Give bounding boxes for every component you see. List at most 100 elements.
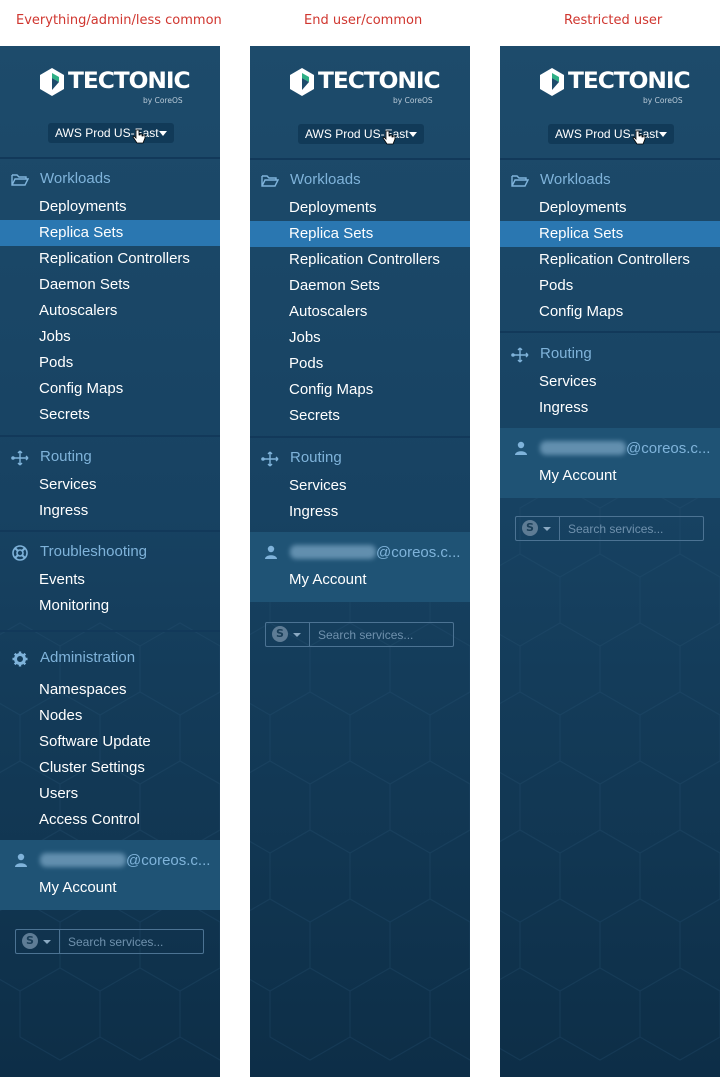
section-troubleshooting[interactable]: Troubleshooting [0,540,220,566]
nav-namespaces[interactable]: Namespaces [0,677,220,703]
nav-replica-sets[interactable]: Replica Sets [250,221,470,247]
section-routing-label: Routing [540,345,592,362]
sidebar-restricted: TECTONIC by CoreOS AWS Prod US-East Work… [500,46,720,1077]
nav-pods[interactable]: Pods [250,351,470,377]
nav-access-control-label: Access Control [39,811,140,828]
nav-services[interactable]: Services [500,369,720,395]
section-workloads[interactable]: Workloads [0,167,220,193]
cluster-selector[interactable]: AWS Prod US-East [48,123,174,144]
nav-jobs[interactable]: Jobs [0,324,220,350]
nav-cluster-settings-label: Cluster Settings [39,759,145,776]
nav-ingress[interactable]: Ingress [250,499,470,525]
section-routing[interactable]: Routing [0,445,220,471]
nav-replication-controllers[interactable]: Replication Controllers [250,247,470,273]
life-ring-icon [12,545,28,561]
brand-byline: by CoreOS [143,96,183,105]
nav-pods[interactable]: Pods [0,350,220,376]
divider [0,157,220,159]
cluster-selector[interactable]: AWS Prod US-East [548,124,674,145]
nav-secrets[interactable]: Secrets [0,402,220,428]
nav-access-control[interactable]: Access Control [0,807,220,833]
cluster-selector[interactable]: AWS Prod US-East [298,124,424,145]
user-email-redacted [290,545,376,559]
nav-config-maps[interactable]: Config Maps [500,299,720,325]
nav-replica-sets[interactable]: Replica Sets [500,221,720,247]
section-troubleshooting-label: Troubleshooting [40,543,148,560]
nav-config-maps[interactable]: Config Maps [0,376,220,402]
nav-daemon-sets-label: Daemon Sets [289,277,380,294]
search-box: S [265,622,454,647]
nav-autoscalers[interactable]: Autoscalers [0,298,220,324]
hand-cursor-icon [132,129,146,144]
nav-ingress[interactable]: Ingress [0,498,220,524]
my-account-link[interactable]: My Account [539,467,617,484]
nav-config-maps-label: Config Maps [39,380,124,397]
my-account-link[interactable]: My Account [39,879,117,896]
nav-cluster-settings[interactable]: Cluster Settings [0,755,220,781]
folder-open-icon [11,174,29,186]
divider [500,331,720,333]
search-input[interactable] [60,930,200,953]
caret-down-icon [543,527,551,531]
nav-software-update[interactable]: Software Update [0,729,220,755]
service-badge-icon: S [22,933,38,949]
nav-events[interactable]: Events [0,567,220,593]
nav-autoscalers[interactable]: Autoscalers [250,299,470,325]
nav-replication-controllers[interactable]: Replication Controllers [500,247,720,273]
nav-users-label: Users [39,785,79,802]
section-workloads[interactable]: Workloads [250,168,470,194]
section-workloads[interactable]: Workloads [500,168,720,194]
nav-namespaces-label: Namespaces [39,681,127,698]
nav-deployments[interactable]: Deployments [0,194,220,220]
tectonic-logo[interactable]: TECTONIC by CoreOS [40,68,191,105]
user-email-domain: @coreos.c... [376,544,461,561]
nav-services[interactable]: Services [0,472,220,498]
section-administration[interactable]: Administration [0,646,220,672]
tectonic-logo[interactable]: TECTONIC by CoreOS [540,68,691,105]
search-type-dropdown[interactable]: S [266,623,310,646]
nav-config-maps[interactable]: Config Maps [250,377,470,403]
nav-deployments-label: Deployments [539,199,627,216]
nav-secrets[interactable]: Secrets [250,403,470,429]
section-routing[interactable]: Routing [500,342,720,368]
nav-jobs[interactable]: Jobs [250,325,470,351]
search-input[interactable] [310,623,450,646]
nav-daemon-sets[interactable]: Daemon Sets [250,273,470,299]
nav-events-label: Events [39,571,85,588]
search-type-dropdown[interactable]: S [16,930,60,953]
my-account-link[interactable]: My Account [289,571,367,588]
nav-replication-controllers[interactable]: Replication Controllers [0,246,220,272]
nav-deployments[interactable]: Deployments [250,195,470,221]
nav-services-label: Services [289,477,347,494]
nav-replica-sets[interactable]: Replica Sets [0,220,220,246]
nav-autoscalers-label: Autoscalers [39,302,118,319]
search-type-dropdown[interactable]: S [516,517,560,540]
nav-pods[interactable]: Pods [500,273,720,299]
divider [0,435,220,437]
nav-nodes[interactable]: Nodes [0,703,220,729]
caret-down-icon [159,131,167,136]
nav-users[interactable]: Users [0,781,220,807]
search-input[interactable] [560,517,700,540]
nav-monitoring[interactable]: Monitoring [0,593,220,619]
service-badge-icon: S [272,626,288,642]
hand-cursor-icon [382,130,396,145]
tectonic-logo[interactable]: TECTONIC by CoreOS [290,68,441,105]
divider [0,530,220,532]
nav-replication-controllers-label: Replication Controllers [539,251,690,268]
nav-ingress[interactable]: Ingress [500,395,720,421]
section-routing[interactable]: Routing [250,446,470,472]
nav-replica-sets-label: Replica Sets [539,225,624,242]
user-email-redacted [40,853,126,867]
nav-services[interactable]: Services [250,473,470,499]
nav-daemon-sets-label: Daemon Sets [39,276,130,293]
nav-replication-controllers-label: Replication Controllers [289,251,440,268]
nav-deployments-label: Deployments [289,199,377,216]
section-routing-label: Routing [290,449,342,466]
brand-byline: by CoreOS [643,96,683,105]
nav-daemon-sets[interactable]: Daemon Sets [0,272,220,298]
nav-deployments[interactable]: Deployments [500,195,720,221]
tectonic-logo-icon [290,68,314,96]
nav-replication-controllers-label: Replication Controllers [39,250,190,267]
caret-down-icon [659,132,667,137]
